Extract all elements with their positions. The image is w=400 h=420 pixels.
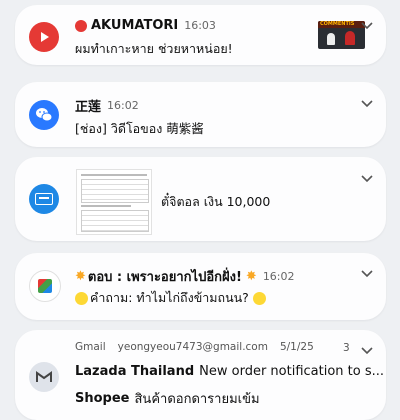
notification-body: [ช่อง] วิดีโอของ 萌紫酱: [75, 121, 204, 136]
laughing-emoji: [252, 291, 266, 305]
sparkle-emoji: ✸: [245, 269, 257, 284]
bank-app-icon: [29, 184, 59, 214]
video-thumbnail[interactable]: COMMENTIS: [318, 21, 365, 49]
notification-time: 16:03: [184, 19, 216, 32]
notification-sender: AKUMATORI: [91, 18, 179, 33]
youtube-icon: [29, 22, 59, 52]
email-subject: New order notification to s...: [199, 364, 385, 379]
notification-body: ตั๋จิตอล เงิน 10,000: [161, 194, 271, 209]
sparkle-emoji: ✸: [75, 269, 86, 284]
email-sender: Shopee: [75, 391, 130, 406]
chevron-down-icon[interactable]: [360, 172, 374, 186]
chevron-down-icon[interactable]: [360, 344, 374, 358]
email-sender: Lazada Thailand: [75, 364, 195, 379]
game-app-icon: [29, 270, 61, 302]
notification-time: 5/1/25: [279, 341, 314, 353]
notification-sender: ตอบ : เพราะอยากไปอีกฝั่ง!: [87, 270, 242, 285]
message-count: 3: [343, 342, 350, 354]
notification-card-document[interactable]: ตั๋จิตอล เงิน 10,000: [15, 157, 386, 241]
chevron-down-icon[interactable]: [360, 19, 374, 33]
laughing-emoji: [75, 291, 88, 305]
gmail-icon: [29, 362, 59, 392]
notification-card-joke[interactable]: ✸ ตอบ : เพราะอยากไปอีกฝั่ง! ✸ 16:02 คำถา…: [15, 253, 386, 320]
notification-time: 16:02: [262, 270, 295, 283]
notification-body: ผมทำเกาะหาย ช่วยหาหน่อย!: [75, 41, 233, 56]
document-thumbnail[interactable]: [76, 169, 152, 235]
chevron-down-icon[interactable]: [360, 97, 374, 111]
red-circle-emoji: [75, 19, 87, 32]
account-email: yeongyeou7473@gmail.com: [117, 341, 268, 353]
wechat-icon: [29, 100, 59, 130]
notification-card-youtube[interactable]: AKUMATORI 16:03 ผมทำเกาะหาย ช่วยหาหน่อย!…: [15, 5, 386, 65]
app-name: Gmail: [75, 341, 106, 353]
notification-card-wechat[interactable]: 正莲 16:02 [ช่อง] วิดีโอของ 萌紫酱: [15, 82, 386, 147]
notification-body: คำถาม: ทำไมไก่ถึงข้ามถนน?: [90, 290, 249, 305]
notification-sender: 正莲: [75, 100, 102, 115]
notification-time: 16:02: [107, 99, 139, 112]
email-subject: สินค้าดอกดารายมเข้ม: [134, 392, 260, 407]
notification-card-gmail[interactable]: Gmail yeongyeou7473@gmail.com 5/1/25 3 L…: [15, 330, 386, 420]
chevron-down-icon[interactable]: [360, 267, 374, 281]
thumbnail-caption: COMMENTIS: [320, 21, 355, 27]
